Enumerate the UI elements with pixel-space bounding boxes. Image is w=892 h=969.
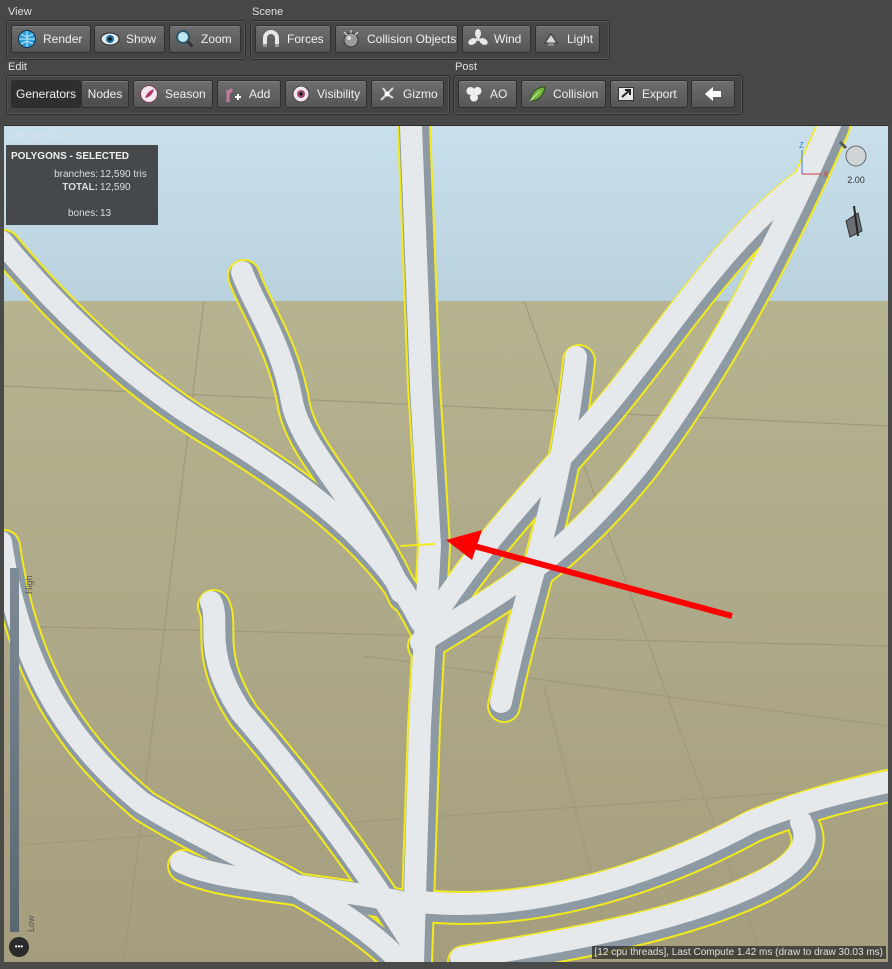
zoom-button[interactable]: Zoom — [169, 25, 241, 53]
season-icon — [138, 83, 160, 105]
gizmo-button[interactable]: Gizmo — [371, 80, 444, 108]
ao-button[interactable]: AO — [458, 80, 517, 108]
gradient-low-label: Low — [26, 915, 36, 932]
gradient-high-label: High — [24, 575, 34, 594]
forces-label: Forces — [287, 32, 324, 46]
lamp-icon — [540, 28, 562, 50]
scene-group-label: Scene — [252, 6, 284, 18]
export-label: Export — [642, 87, 677, 101]
globe-icon — [16, 28, 38, 50]
axis-x-label: X — [823, 170, 829, 179]
gizmo-label: Gizmo — [403, 87, 438, 101]
back-arrow-button[interactable] — [691, 80, 735, 108]
add-label: Add — [249, 87, 271, 101]
leaf-icon — [526, 83, 548, 105]
wind-label: Wind — [494, 32, 522, 46]
ao-circles-icon — [463, 83, 485, 105]
bones-label: bones: — [67, 208, 98, 219]
generators-label: Generators — [15, 87, 77, 101]
wind-button[interactable]: Wind — [462, 25, 531, 53]
bones-value: 13 — [100, 208, 112, 219]
export-icon — [615, 83, 637, 105]
season-label: Season — [165, 87, 206, 101]
nodes-tab[interactable]: Nodes — [81, 80, 129, 108]
collision-objects-button[interactable]: Collision Objects — [335, 25, 458, 53]
stats-header: POLYGONS - SELECTED — [11, 151, 129, 162]
more-options-button[interactable]: ••• — [9, 937, 29, 957]
collision-sphere-icon — [340, 28, 362, 50]
season-button[interactable]: Season — [133, 80, 213, 108]
light-label: Light — [567, 32, 594, 46]
arrow-left-icon — [702, 83, 724, 105]
tree-scene: Z X 2.00 — [4, 126, 888, 962]
visibility-label: Visibility — [317, 87, 361, 101]
eyeball-icon — [290, 83, 312, 105]
branches-value: 12,590 tris — [100, 169, 147, 180]
axis-z-label: Z — [799, 141, 804, 150]
render-button[interactable]: Render — [11, 25, 91, 53]
visibility-button[interactable]: Visibility — [285, 80, 367, 108]
generators-tab[interactable]: Generators — [11, 80, 81, 108]
show-button[interactable]: Show — [94, 25, 165, 53]
total-value: 12,590 — [100, 182, 131, 193]
magnifier-icon — [174, 28, 196, 50]
eye-icon — [99, 28, 121, 50]
collision-button[interactable]: Collision — [521, 80, 606, 108]
gradient-bar — [10, 568, 19, 932]
main-toolbar: View Render Show Zoom Scene Forces Colli… — [0, 0, 892, 124]
edit-group-label: Edit — [8, 61, 27, 73]
export-button[interactable]: Export — [610, 80, 688, 108]
render-label: Render — [43, 32, 83, 46]
show-label: Show — [126, 32, 157, 46]
collision-objects-label: Collision Objects — [367, 32, 457, 46]
polygon-stats-panel: POLYGONS - SELECTED branches: 12,590 tri… — [6, 145, 158, 225]
light-intensity-value: 2.00 — [847, 175, 865, 185]
add-branch-icon — [222, 83, 244, 105]
post-group-label: Post — [455, 61, 478, 73]
magnet-icon — [260, 28, 282, 50]
add-button[interactable]: Add — [217, 80, 281, 108]
light-button[interactable]: Light — [535, 25, 600, 53]
compute-status-text: [12 cpu threads], Last Compute 1.42 ms (… — [591, 946, 886, 959]
3d-viewport[interactable]: Z X 2.00 perspective POLYGONS - SELECTED… — [4, 125, 888, 962]
total-label: TOTAL: — [62, 182, 98, 193]
collision-label: Collision — [553, 87, 599, 101]
viewport-mode-label[interactable]: perspective — [8, 128, 69, 142]
fan-icon — [467, 28, 489, 50]
branches-label: branches: — [54, 169, 98, 180]
zoom-label: Zoom — [201, 32, 232, 46]
gizmo-icon — [376, 83, 398, 105]
nodes-label: Nodes — [87, 87, 123, 101]
forces-button[interactable]: Forces — [255, 25, 331, 53]
ao-label: AO — [490, 87, 508, 101]
view-group-label: View — [8, 6, 32, 18]
